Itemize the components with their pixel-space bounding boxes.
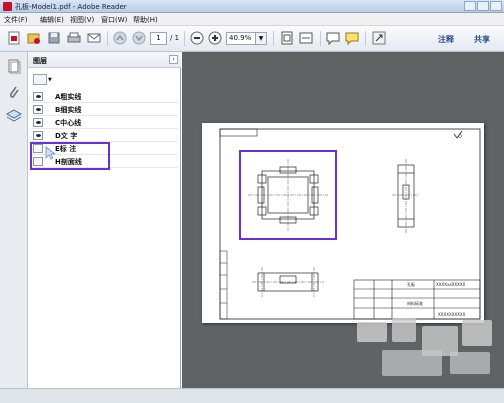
menu-help[interactable]: 帮助(H) — [133, 15, 158, 25]
eye-icon[interactable] — [33, 92, 43, 101]
fit-width-icon[interactable] — [298, 30, 314, 46]
window-title: 孔板-Model1.pdf - Adobe Reader — [15, 3, 127, 11]
status-bar — [0, 388, 504, 403]
title-bar: 孔板-Model1.pdf - Adobe Reader — [0, 0, 504, 13]
zoom-input[interactable]: 40.9% — [226, 32, 256, 45]
watermark-blur — [462, 320, 492, 346]
chevron-down-icon[interactable]: ▼ — [48, 77, 52, 83]
adobe-reader-icon — [3, 2, 12, 11]
document-area[interactable]: 孔板 XXXXxxXXXXX XXXXXXXXXX 材料标准 — [182, 52, 504, 388]
watermark-blur — [392, 318, 416, 342]
toolbar: 1 / 1 40.9% ▼ 注释 共享 — [0, 26, 504, 52]
layers-icon[interactable] — [6, 108, 22, 124]
layers-title: 图层 — [33, 57, 47, 65]
annotate-button[interactable]: 注释 — [438, 34, 454, 45]
title-block-text: XXXXxxXXXXX — [436, 282, 466, 287]
page-number-input[interactable]: 1 — [150, 32, 167, 45]
window-controls — [463, 1, 502, 13]
watermark-blur — [382, 350, 442, 376]
prev-page-icon[interactable] — [112, 30, 128, 46]
layer-row[interactable]: D文 字 — [31, 129, 178, 142]
collapse-panel-icon[interactable]: ‹ — [169, 55, 178, 64]
pdf-page: 孔板 XXXXxxXXXXX XXXXXXXXXX 材料标准 — [202, 123, 484, 323]
highlight-icon[interactable] — [344, 30, 360, 46]
menu-bar: 文件(F) 编辑(E) 视图(V) 窗口(W) 帮助(H) — [0, 13, 504, 26]
zoom-in-icon[interactable] — [207, 30, 223, 46]
share-button[interactable]: 共享 — [474, 34, 490, 45]
eye-icon[interactable] — [33, 131, 43, 140]
create-pdf-icon[interactable] — [6, 30, 22, 46]
layer-row[interactable]: A粗实线 — [31, 90, 178, 103]
layer-name: A粗实线 — [55, 93, 82, 101]
open-icon[interactable] — [26, 30, 42, 46]
zoom-dropdown-icon[interactable]: ▼ — [256, 32, 267, 45]
maximize-button[interactable] — [477, 1, 489, 11]
layers-panel: 图层 ‹ ▼ A粗实线 B细实线 C中心线 D文 字 E标 注 H剖面线 — [28, 52, 181, 388]
close-button[interactable] — [490, 1, 502, 11]
watermark-blur — [357, 322, 387, 342]
title-block-text: XXXXXXXXXX — [438, 312, 466, 317]
navigation-pane-buttons — [0, 52, 28, 388]
zoom-out-icon[interactable] — [189, 30, 205, 46]
email-icon[interactable] — [86, 30, 102, 46]
fit-page-icon[interactable] — [279, 30, 295, 46]
save-icon[interactable] — [46, 30, 62, 46]
layers-options-icon[interactable] — [33, 74, 47, 85]
highlight-box — [30, 142, 110, 170]
engineering-drawing: 孔板 XXXXxxXXXXX XXXXXXXXXX 材料标准 — [219, 128, 481, 320]
watermark-blur — [450, 352, 490, 374]
menu-file[interactable]: 文件(F) — [4, 15, 28, 25]
layer-row[interactable]: C中心线 — [31, 116, 178, 129]
eye-icon[interactable] — [33, 118, 43, 127]
print-icon[interactable] — [66, 30, 82, 46]
title-block-text: 材料标准 — [407, 300, 423, 306]
layers-header: 图层 ‹ — [28, 52, 181, 68]
next-page-icon[interactable] — [131, 30, 147, 46]
minimize-button[interactable] — [464, 1, 476, 11]
pages-icon[interactable] — [6, 58, 22, 74]
title-block-text: 孔板 — [407, 281, 415, 287]
menu-window[interactable]: 窗口(W) — [101, 15, 127, 25]
layer-row[interactable]: B细实线 — [31, 103, 178, 116]
layer-name: C中心线 — [55, 119, 82, 127]
eye-icon[interactable] — [33, 105, 43, 114]
expand-icon[interactable] — [371, 30, 387, 46]
layer-name: D文 字 — [55, 132, 78, 140]
layer-name: B细实线 — [55, 106, 82, 114]
attachments-icon[interactable] — [6, 84, 22, 100]
menu-edit[interactable]: 编辑(E) — [40, 15, 64, 25]
cursor-arrow-icon — [45, 146, 57, 160]
page-total: / 1 — [170, 34, 180, 42]
comment-icon[interactable] — [325, 30, 341, 46]
menu-view[interactable]: 视图(V) — [70, 15, 94, 25]
